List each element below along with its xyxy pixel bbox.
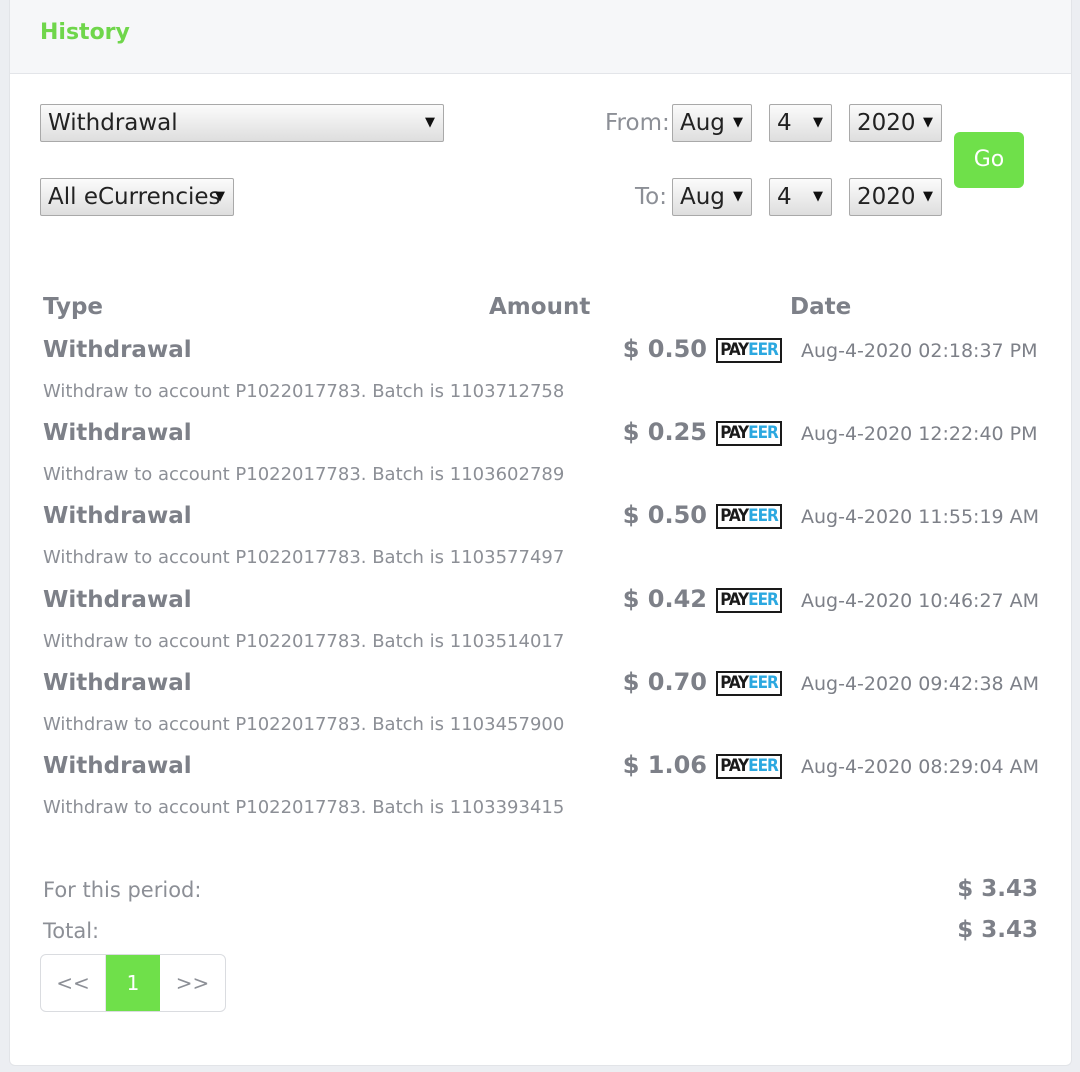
- table-row: Withdrawal $ 0.25 PAYEER Aug-4-2020 12:2…: [10, 418, 1071, 503]
- chevron-down-icon: ▼: [733, 115, 743, 130]
- from-month-value: Aug: [680, 110, 725, 136]
- to-month-select[interactable]: Aug ▼: [672, 178, 752, 216]
- chevron-down-icon: ▼: [923, 115, 933, 130]
- chevron-down-icon: ▼: [215, 189, 225, 204]
- row-type: Withdrawal: [43, 670, 192, 696]
- type-select[interactable]: Withdrawal ▼: [40, 104, 444, 142]
- to-label: To:: [635, 184, 667, 210]
- header-amount: Amount: [489, 294, 591, 320]
- chevron-down-icon: ▼: [923, 189, 933, 204]
- from-year-value: 2020: [857, 110, 916, 136]
- prev-page-button[interactable]: <<: [41, 955, 106, 1011]
- row-amount: $ 0.70: [622, 668, 707, 696]
- currency-select-value: All eCurrencies: [48, 184, 221, 210]
- currency-select[interactable]: All eCurrencies ▼: [40, 178, 234, 216]
- row-description: Withdraw to account P1022017783. Batch i…: [43, 797, 565, 818]
- row-amount: $ 0.25: [622, 418, 707, 446]
- payeer-logo: PAYEER: [716, 504, 782, 529]
- payeer-logo: PAYEER: [716, 671, 782, 696]
- page-1-button[interactable]: 1: [106, 955, 160, 1011]
- row-amount: $ 1.06: [622, 751, 707, 779]
- payeer-logo-eer: EER: [748, 340, 779, 360]
- payeer-logo-pay: PAY: [720, 340, 749, 360]
- period-value: $ 3.43: [957, 876, 1038, 902]
- payeer-logo-pay: PAY: [720, 590, 749, 610]
- from-month-select[interactable]: Aug ▼: [672, 104, 752, 142]
- row-description: Withdraw to account P1022017783. Batch i…: [43, 631, 565, 652]
- header-type: Type: [43, 294, 104, 320]
- chevron-down-icon: ▼: [813, 115, 823, 130]
- next-page-button[interactable]: >>: [160, 955, 225, 1011]
- row-description: Withdraw to account P1022017783. Batch i…: [43, 714, 565, 735]
- table-row: Withdrawal $ 0.50 PAYEER Aug-4-2020 11:5…: [10, 501, 1071, 586]
- history-panel: History Withdrawal ▼ All eCurrencies ▼ F…: [9, 0, 1072, 1066]
- payeer-logo: PAYEER: [716, 338, 782, 363]
- row-type: Withdrawal: [43, 587, 192, 613]
- chevron-down-icon: ▼: [733, 189, 743, 204]
- total-value: $ 3.43: [957, 917, 1038, 943]
- payeer-logo: PAYEER: [716, 421, 782, 446]
- page-title: History: [40, 20, 130, 45]
- payeer-logo-eer: EER: [748, 673, 779, 693]
- row-amount: $ 0.42: [622, 585, 707, 613]
- row-date: Aug-4-2020 02:18:37 PM: [801, 340, 1038, 362]
- row-date: Aug-4-2020 08:29:04 AM: [801, 756, 1040, 778]
- row-date: Aug-4-2020 10:46:27 AM: [801, 590, 1040, 612]
- from-year-select[interactable]: 2020 ▼: [849, 104, 942, 142]
- payeer-logo-pay: PAY: [720, 506, 749, 526]
- period-label: For this period:: [43, 878, 202, 902]
- payeer-logo-eer: EER: [748, 756, 779, 776]
- row-description: Withdraw to account P1022017783. Batch i…: [43, 547, 565, 568]
- go-button[interactable]: Go: [954, 132, 1024, 188]
- payeer-logo-eer: EER: [748, 423, 779, 443]
- row-amount: $ 0.50: [622, 501, 707, 529]
- row-date: Aug-4-2020 09:42:38 AM: [801, 673, 1040, 695]
- row-type: Withdrawal: [43, 420, 192, 446]
- row-date: Aug-4-2020 11:55:19 AM: [801, 506, 1040, 528]
- to-year-value: 2020: [857, 184, 916, 210]
- row-date: Aug-4-2020 12:22:40 PM: [801, 423, 1038, 445]
- to-year-select[interactable]: 2020 ▼: [849, 178, 942, 216]
- from-day-select[interactable]: 4 ▼: [769, 104, 832, 142]
- table-row: Withdrawal $ 0.70 PAYEER Aug-4-2020 09:4…: [10, 668, 1071, 753]
- from-label: From:: [605, 110, 670, 136]
- row-type: Withdrawal: [43, 753, 192, 779]
- payeer-logo-pay: PAY: [720, 756, 749, 776]
- to-month-value: Aug: [680, 184, 725, 210]
- chevron-down-icon: ▼: [425, 115, 435, 130]
- payeer-logo-pay: PAY: [720, 673, 749, 693]
- payeer-logo-pay: PAY: [720, 423, 749, 443]
- pagination: << 1 >>: [40, 954, 226, 1012]
- to-day-select[interactable]: 4 ▼: [769, 178, 832, 216]
- row-type: Withdrawal: [43, 503, 192, 529]
- total-label: Total:: [43, 919, 100, 943]
- payeer-logo-eer: EER: [748, 590, 779, 610]
- row-description: Withdraw to account P1022017783. Batch i…: [43, 464, 565, 485]
- payeer-logo-eer: EER: [748, 506, 779, 526]
- table-row: Withdrawal $ 0.42 PAYEER Aug-4-2020 10:4…: [10, 585, 1071, 670]
- row-amount: $ 0.50: [622, 335, 707, 363]
- to-day-value: 4: [777, 184, 792, 210]
- chevron-down-icon: ▼: [813, 189, 823, 204]
- row-description: Withdraw to account P1022017783. Batch i…: [43, 381, 565, 402]
- panel-header: History: [10, 0, 1071, 74]
- header-date: Date: [790, 294, 852, 320]
- table-row: Withdrawal $ 1.06 PAYEER Aug-4-2020 08:2…: [10, 751, 1071, 836]
- payeer-logo: PAYEER: [716, 754, 782, 779]
- table-row: Withdrawal $ 0.50 PAYEER Aug-4-2020 02:1…: [10, 335, 1071, 420]
- row-type: Withdrawal: [43, 337, 192, 363]
- from-day-value: 4: [777, 110, 792, 136]
- type-select-value: Withdrawal: [48, 110, 178, 136]
- payeer-logo: PAYEER: [716, 588, 782, 613]
